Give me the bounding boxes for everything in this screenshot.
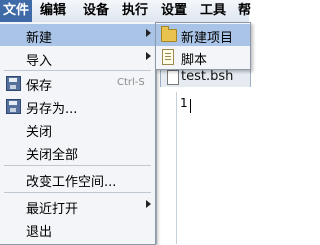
shortcut-label: Ctrl-S	[117, 77, 145, 88]
save-icon	[6, 76, 21, 91]
menu-item-label: 保存	[26, 79, 53, 94]
menu-separator	[4, 70, 151, 71]
menu-item-label: 退出	[26, 225, 53, 240]
menu-separator	[4, 192, 151, 193]
menu-item-import[interactable]: 导入	[0, 47, 155, 69]
menu-device[interactable]: 设备	[83, 0, 109, 22]
submenu-arrow-icon	[146, 200, 151, 208]
menu-bar: 文件 编辑 设备 执行 设置 工具 帮	[0, 0, 251, 23]
menu-item-close-all[interactable]: 关闭全部	[0, 141, 155, 163]
menu-item-label: 新建	[26, 31, 53, 46]
menu-item-label: 最近打开	[26, 202, 79, 217]
menu-item-exit[interactable]: 退出	[0, 218, 155, 240]
line-number: 1	[180, 96, 188, 110]
save-as-icon	[6, 99, 21, 114]
menu-item-change-workspace[interactable]: 改变工作空间...	[0, 168, 155, 190]
submenu-item-new-project[interactable]: 新建项目	[156, 24, 250, 46]
folder-icon	[161, 26, 177, 42]
menu-file[interactable]: 文件	[0, 0, 32, 22]
menu-item-label: 改变工作空间...	[26, 175, 117, 190]
menu-item-label: 关闭全部	[26, 148, 79, 163]
menu-item-label: 关闭	[26, 125, 53, 140]
menu-settings[interactable]: 设置	[161, 0, 187, 22]
menu-item-save[interactable]: 保存 Ctrl-S	[0, 72, 155, 94]
menu-help[interactable]: 帮	[238, 0, 251, 22]
menu-item-label: 另存为...	[26, 102, 78, 117]
menu-item-save-as[interactable]: 另存为...	[0, 95, 155, 117]
menu-item-close[interactable]: 关闭	[0, 118, 155, 140]
script-icon	[162, 49, 174, 65]
submenu-item-label: 新建项目	[181, 31, 234, 46]
menu-separator	[4, 165, 151, 166]
text-caret	[190, 99, 191, 113]
document-icon	[167, 70, 179, 85]
submenu-arrow-icon	[146, 29, 151, 37]
submenu-item-script[interactable]: 脚本	[156, 46, 250, 68]
new-submenu: 新建项目 脚本	[155, 22, 251, 70]
menu-item-new[interactable]: 新建	[0, 24, 155, 46]
menu-tools[interactable]: 工具	[200, 0, 226, 22]
file-menu-dropdown: 新建 导入 保存 Ctrl-S 另存为... 关闭 关闭全部 改变工作空间...…	[0, 22, 156, 245]
menu-item-recent[interactable]: 最近打开	[0, 195, 155, 217]
submenu-arrow-icon	[146, 52, 151, 60]
menu-edit[interactable]: 编辑	[40, 0, 66, 22]
menu-run[interactable]: 执行	[122, 0, 148, 22]
line-gutter: 1	[176, 88, 249, 244]
menu-item-label: 导入	[26, 54, 53, 69]
editor-tab-label: test.bsh	[181, 69, 234, 84]
submenu-item-label: 脚本	[181, 53, 208, 68]
